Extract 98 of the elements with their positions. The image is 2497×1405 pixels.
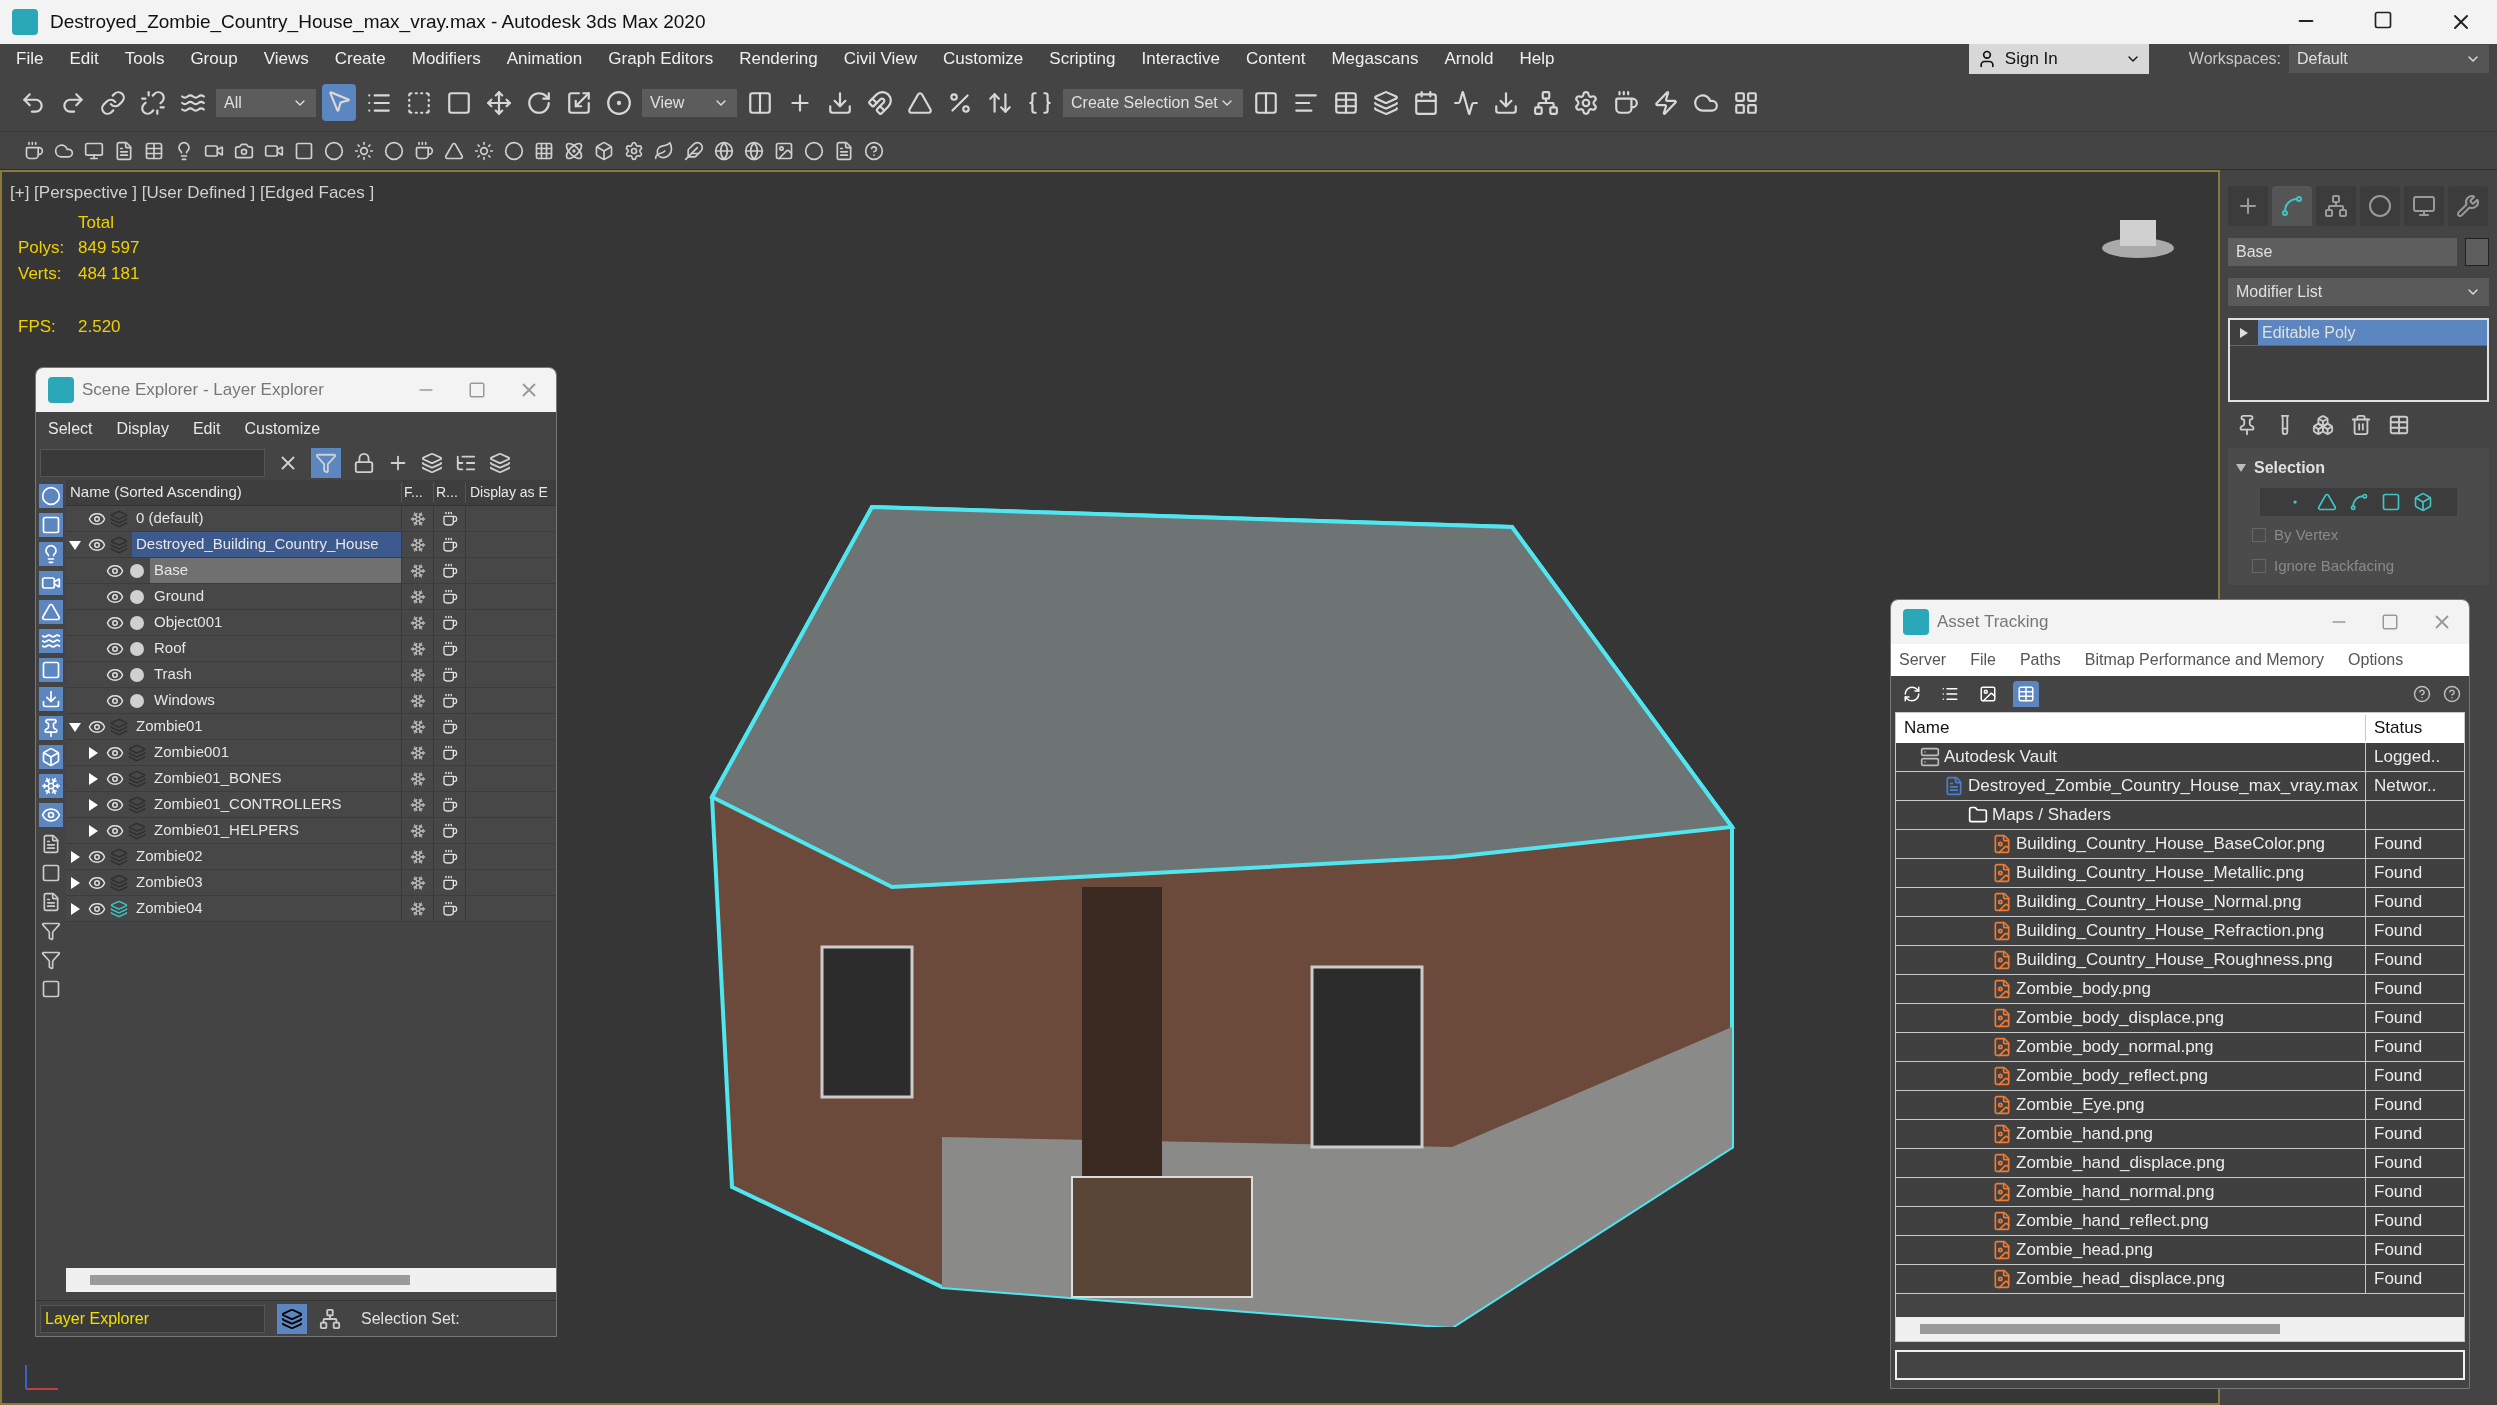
workspace-dropdown[interactable]: Default — [2289, 45, 2489, 73]
menu-item[interactable]: Options — [2348, 648, 2404, 672]
object-name[interactable]: Object001 — [150, 610, 401, 635]
menu-item[interactable]: Display — [116, 417, 169, 441]
menu-item[interactable]: Views — [263, 46, 309, 72]
column-header[interactable]: R... — [433, 482, 465, 503]
asset-status: Found — [2374, 863, 2423, 883]
asset-status: Networ.. — [2374, 776, 2437, 796]
layer-name[interactable]: Zombie01 — [132, 714, 401, 739]
asset-status: Found — [2374, 892, 2423, 912]
menu-item[interactable]: Tools — [124, 46, 165, 72]
layer-name[interactable]: Zombie01_HELPERS — [150, 818, 401, 843]
asset-name[interactable]: Zombie_hand_reflect.png — [2016, 1208, 2209, 1234]
asset-status: Found — [2374, 1095, 2423, 1115]
menu-item[interactable]: Select — [48, 417, 93, 441]
asset-status: Found — [2374, 1269, 2423, 1289]
asset-name[interactable]: Zombie_hand.png — [2016, 1121, 2154, 1147]
layer-name[interactable]: Zombie01_CONTROLLERS — [150, 792, 401, 817]
column-header[interactable]: Display as E — [465, 482, 548, 503]
menu-item[interactable]: Customize — [943, 46, 1024, 72]
menu-item[interactable]: Customize — [244, 417, 321, 441]
stat-label: Polys: — [18, 237, 66, 259]
menu-item[interactable]: Animation — [506, 46, 583, 72]
asset-status: Logged.. — [2374, 747, 2441, 767]
sign-in-button[interactable]: Sign In — [1968, 44, 2149, 74]
asset-status: Found — [2374, 1037, 2423, 1057]
layer-name[interactable]: Zombie04 — [132, 896, 401, 921]
asset-name[interactable]: Autodesk Vault — [1944, 744, 2058, 770]
object-name[interactable]: Windows — [150, 688, 401, 713]
menu-item[interactable]: Server — [1899, 648, 1947, 672]
object-name-field[interactable]: Base — [2228, 238, 2457, 266]
menu-item[interactable]: Edit — [192, 417, 221, 441]
workspaces-label: Workspaces: — [2188, 49, 2281, 69]
asset-status: Found — [2374, 834, 2423, 854]
layer-name[interactable]: Zombie02 — [132, 844, 401, 869]
stat-label: FPS: — [18, 316, 57, 338]
asset-name[interactable]: Zombie_body_reflect.png — [2016, 1063, 2208, 1089]
menu-item[interactable]: File — [1970, 648, 1996, 672]
selection-filter-dropdown[interactable]: All — [216, 88, 316, 117]
asset-name[interactable]: Zombie_head.png — [2016, 1237, 2154, 1263]
reference-coordinate-dropdown[interactable]: View — [642, 88, 737, 117]
asset-name[interactable]: Maps / Shaders — [1992, 802, 2112, 828]
menu-item[interactable]: Content — [1245, 46, 1306, 72]
layer-name[interactable]: Destroyed_Building_Country_House — [132, 532, 401, 557]
menu-item[interactable]: Group — [190, 46, 238, 72]
layer-name[interactable]: Zombie001 — [150, 740, 401, 765]
menu-item[interactable]: Graph Editors — [608, 46, 714, 72]
selection-set-dropdown[interactable]: Create Selection Set — [1063, 88, 1243, 117]
selection-set-label: Selection Set: — [361, 1308, 460, 1329]
asset-name[interactable]: Zombie_hand_normal.png — [2016, 1179, 2215, 1205]
asset-status: Found — [2374, 1066, 2423, 1086]
rollout-title[interactable]: Selection — [2254, 456, 2326, 480]
asset-status: Found — [2374, 1008, 2423, 1028]
menu-item[interactable]: Rendering — [739, 46, 818, 72]
explorer-type-dropdown[interactable]: Layer Explorer — [40, 1304, 265, 1333]
asset-status: Found — [2374, 1153, 2423, 1173]
object-name[interactable]: Roof — [150, 636, 401, 661]
menu-item[interactable]: Edit — [69, 46, 99, 72]
object-name[interactable]: Ground — [150, 584, 401, 609]
layer-name[interactable]: 0 (default) — [132, 506, 401, 531]
menu-item[interactable]: Paths — [2019, 648, 2061, 672]
stat-value: 2.520 — [78, 316, 121, 338]
menu-item[interactable]: Civil View — [843, 46, 917, 72]
asset-status: Found — [2374, 1211, 2423, 1231]
layer-name[interactable]: Zombie03 — [132, 870, 401, 895]
modifier-list-dropdown[interactable]: Modifier List — [2228, 278, 2489, 306]
viewport-label[interactable]: [+] [Perspective ] [User Defined ] [Edged Faces ] — [10, 180, 375, 206]
stats-header: Total — [78, 211, 115, 234]
object-name[interactable]: Trash — [150, 662, 401, 687]
menu-item[interactable]: File — [16, 46, 44, 72]
object-name[interactable]: Base — [150, 558, 401, 583]
stat-value: 484 181 — [78, 262, 140, 285]
window-title: Asset Tracking — [1937, 611, 2049, 634]
menu-item[interactable]: Interactive — [1141, 46, 1220, 72]
asset-status: Found — [2374, 950, 2423, 970]
column-header[interactable]: Name (Sorted Ascending) — [66, 481, 401, 504]
window-title: Destroyed_Zombie_Country_House_max_vray.max - Autodesk 3ds Max 2020 — [50, 9, 706, 35]
column-header[interactable]: F... — [401, 482, 433, 503]
asset-status: Found — [2374, 921, 2423, 941]
column-header[interactable]: Name — [1896, 715, 2366, 741]
menu-item[interactable]: Create — [334, 46, 386, 72]
asset-status: Found — [2374, 1240, 2423, 1260]
stat-value: 849 597 — [78, 237, 140, 259]
asset-status: Found — [2374, 1182, 2423, 1202]
asset-name[interactable]: Zombie_Eye.png — [2016, 1092, 2145, 1118]
layer-name[interactable]: Zombie01_BONES — [150, 766, 401, 791]
stat-label: Verts: — [18, 262, 63, 285]
asset-status: Found — [2374, 1124, 2423, 1144]
menu-item[interactable]: Scripting — [1049, 46, 1116, 72]
asset-status: Found — [2374, 979, 2423, 999]
asset-name[interactable]: Zombie_body_normal.png — [2016, 1034, 2214, 1060]
column-header[interactable]: Status — [2366, 715, 2423, 741]
menu-item[interactable]: Modifiers — [411, 46, 481, 72]
asset-name[interactable]: Zombie_body.png — [2016, 976, 2151, 1002]
window-title: Scene Explorer - Layer Explorer — [82, 379, 324, 402]
menu-item[interactable]: Help — [1519, 46, 1555, 72]
menu-item[interactable]: Megascans — [1331, 46, 1419, 72]
menu-item[interactable]: Arnold — [1444, 46, 1494, 72]
